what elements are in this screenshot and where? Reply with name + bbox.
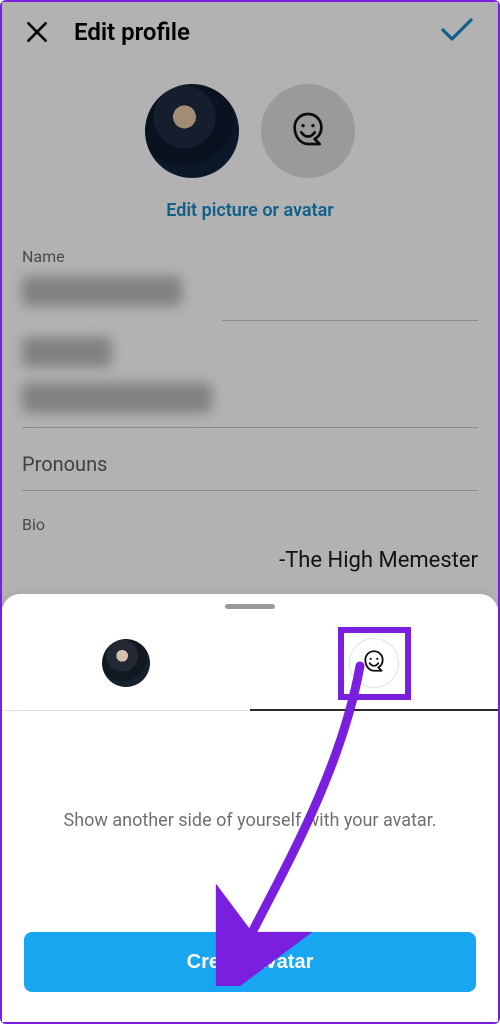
avatar-placeholder[interactable] bbox=[261, 84, 355, 178]
divider bbox=[222, 320, 478, 321]
divider bbox=[22, 427, 478, 428]
sheet-grabber[interactable] bbox=[225, 604, 275, 609]
annotation-highlight-box bbox=[338, 627, 411, 700]
sheet-tabs bbox=[2, 615, 498, 711]
name-label: Name bbox=[22, 247, 478, 266]
avatar-option-circle bbox=[349, 638, 399, 688]
pronouns-label[interactable]: Pronouns bbox=[22, 452, 478, 476]
profile-avatars-row bbox=[2, 84, 498, 178]
tab-avatar[interactable] bbox=[250, 615, 498, 711]
avatar-bottom-sheet: Show another side of yourself with your … bbox=[2, 594, 498, 1022]
bio-value[interactable]: -The High Memester bbox=[22, 548, 478, 573]
confirm-check-icon[interactable] bbox=[440, 16, 474, 48]
create-avatar-button[interactable]: Create avatar bbox=[24, 932, 476, 992]
close-icon[interactable] bbox=[24, 19, 50, 45]
current-profile-photo[interactable] bbox=[145, 84, 239, 178]
avatar-icon bbox=[361, 648, 387, 678]
edit-picture-link[interactable]: Edit picture or avatar bbox=[2, 200, 498, 221]
tab-photo[interactable] bbox=[2, 615, 250, 711]
website-field[interactable] bbox=[22, 383, 212, 413]
bio-label: Bio bbox=[22, 515, 478, 534]
create-avatar-button-label: Create avatar bbox=[187, 951, 314, 974]
sheet-prompt-text: Show another side of yourself with your … bbox=[26, 810, 474, 831]
header: Edit profile bbox=[2, 2, 498, 58]
avatar-icon bbox=[288, 109, 328, 153]
divider bbox=[22, 490, 478, 491]
username-field[interactable] bbox=[22, 337, 112, 367]
current-profile-photo-thumb bbox=[102, 639, 150, 687]
name-field[interactable] bbox=[22, 276, 182, 306]
page-title: Edit profile bbox=[74, 18, 190, 46]
